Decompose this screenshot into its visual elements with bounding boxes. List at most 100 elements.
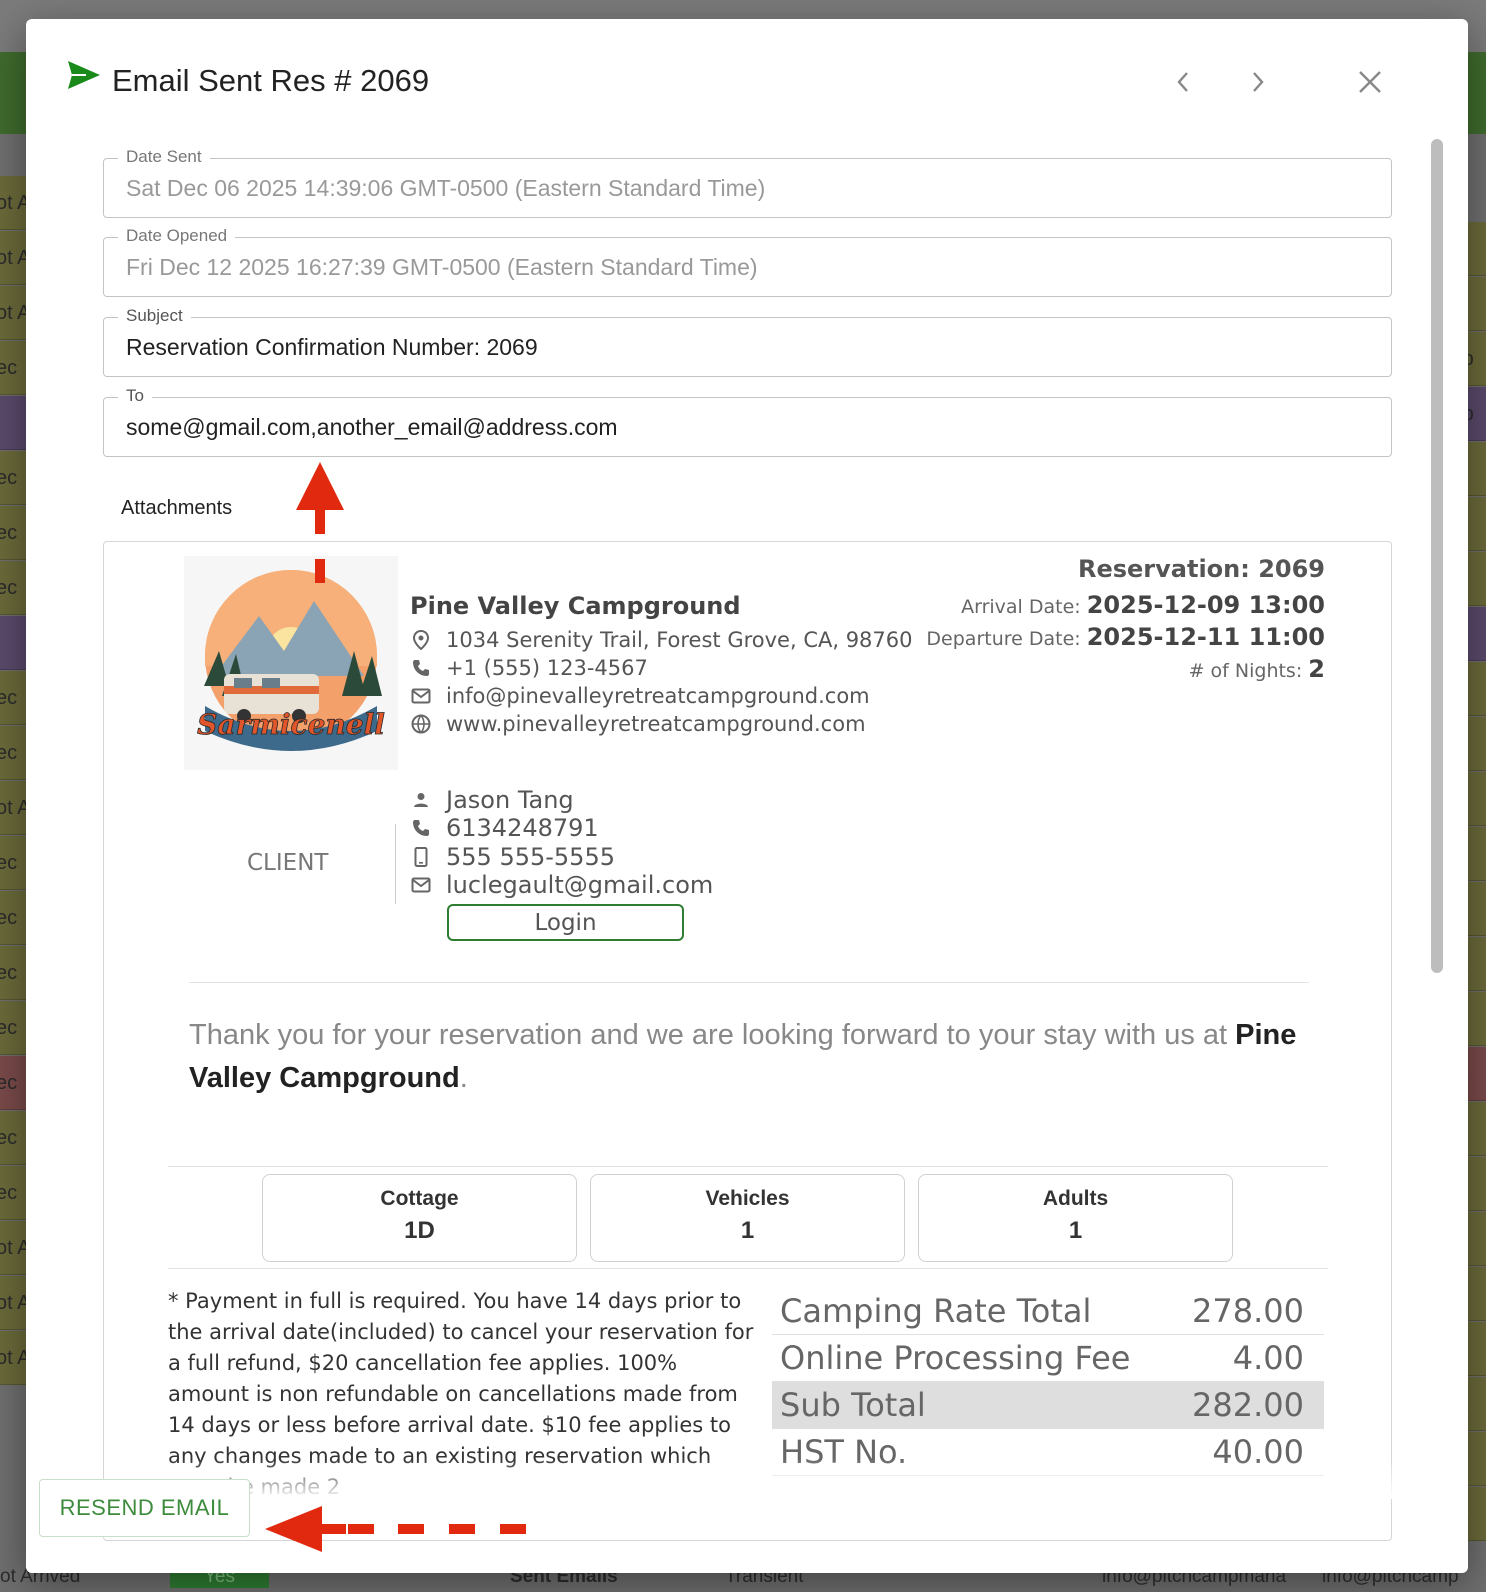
- client-mobile-line: 555 555-5555: [410, 843, 615, 871]
- bg-row-text: ec: [0, 1182, 18, 1204]
- bg-row-text: ot A: [0, 1292, 28, 1314]
- client-mobile: 555 555-5555: [446, 843, 615, 871]
- bg-row: ec: [0, 1166, 28, 1220]
- mobile-icon: [410, 846, 432, 868]
- bg-row-text: ot A: [0, 302, 28, 324]
- client-email-line: luclegault@gmail.com: [410, 871, 713, 899]
- total-label: Online Processing Fee: [780, 1339, 1131, 1377]
- bg-row-text: ec: [0, 852, 18, 874]
- date-opened-label: Date Opened: [118, 226, 236, 246]
- next-button[interactable]: [1241, 65, 1275, 99]
- total-value: 278.00: [1192, 1292, 1304, 1330]
- stat-value: 1: [740, 1217, 755, 1244]
- dialog-title: Email Sent Res # 2069: [112, 63, 430, 98]
- client-phone-line: 6134248791: [410, 814, 599, 842]
- person-icon: [410, 789, 432, 811]
- client-label: CLIENT: [247, 850, 329, 876]
- reservation-summary: Reservation: 2069 Arrival Date: 2025-12-…: [926, 554, 1325, 686]
- total-value: 4.00: [1232, 1339, 1304, 1377]
- departure-row: Departure Date: 2025-12-11 11:00: [926, 622, 1325, 654]
- login-button[interactable]: Login: [447, 904, 684, 941]
- bg-row: [0, 396, 28, 450]
- subject-field[interactable]: Subject Reservation Confirmation Number:…: [103, 306, 1392, 377]
- bg-row: ot A: [0, 1331, 28, 1385]
- chevron-left-icon: [1177, 72, 1188, 92]
- reservation-number: Reservation: 2069: [1077, 555, 1325, 583]
- mail-icon: [410, 685, 432, 707]
- preview-fade: [104, 1459, 1392, 1499]
- bg-left-column: ot A ot A ot A ec ec ec ec ec ec ot A ec ec ec ec ec ec…: [0, 134, 28, 1592]
- bg-row-text: ec: [0, 1017, 18, 1039]
- arrival-value: 2025-12-09 13:00: [1086, 591, 1325, 619]
- departure-label: Departure Date:: [926, 628, 1081, 650]
- total-row-subtotal: Sub Total 282.00: [772, 1382, 1324, 1429]
- nights-label: # of Nights:: [1188, 660, 1303, 682]
- arrival-label: Arrival Date:: [961, 596, 1081, 618]
- date-sent-label: Date Sent: [118, 147, 210, 167]
- bg-row: ot A: [0, 176, 28, 230]
- stat-label: Cottage: [380, 1187, 459, 1210]
- bg-row: ec: [0, 1111, 28, 1165]
- divider-stats-bottom: [168, 1268, 1328, 1269]
- company-phone: +1 (555) 123-4567: [446, 656, 648, 680]
- phone-icon: [410, 817, 432, 839]
- scrollbar-thumb[interactable]: [1431, 139, 1443, 973]
- location-icon: [410, 629, 432, 651]
- bg-row-text: ec: [0, 962, 18, 984]
- bg-row-text: ec: [0, 1072, 18, 1094]
- bg-row: ec: [0, 946, 28, 1000]
- company-email[interactable]: info@pinevalleyretreatcampground.com: [446, 684, 870, 708]
- stat-vehicles: Vehicles 1: [590, 1174, 905, 1262]
- to-field[interactable]: To some@gmail.com,another_email@address.…: [103, 386, 1392, 457]
- stat-label: Vehicles: [705, 1187, 790, 1210]
- client-name: Jason Tang: [446, 786, 574, 814]
- bg-row: ot A: [0, 1221, 28, 1275]
- subject-label: Subject: [118, 306, 191, 326]
- attachments-label: Attachments: [121, 497, 233, 519]
- bg-row: ec: [0, 891, 28, 945]
- bg-row-text: ec: [0, 467, 18, 489]
- bg-row-text: ot A: [0, 247, 28, 269]
- thank-you-text: Thank you for your reservation and we ar…: [189, 1019, 1228, 1051]
- company-phone-line: +1 (555) 123-4567: [410, 656, 648, 680]
- bg-row-text: ot A: [0, 1237, 28, 1259]
- to-label: To: [118, 386, 152, 406]
- bg-row-text: ec: [0, 357, 18, 379]
- company-website[interactable]: www.pinevalleyretreatcampground.com: [446, 712, 866, 736]
- bg-row: ec: [0, 1001, 28, 1055]
- thank-you-message: Thank you for your reservation and we ar…: [189, 1014, 1309, 1100]
- bg-row-text: ec: [0, 577, 18, 599]
- stat-value: 1D: [404, 1217, 435, 1244]
- bg-row: ot A: [0, 231, 28, 285]
- totals-table: Camping Rate Total 278.00 Online Process…: [772, 1288, 1324, 1476]
- date-sent-value: Sat Dec 06 2025 14:39:06 GMT-0500 (Easte…: [126, 175, 766, 201]
- bg-row-text: ot A: [0, 797, 28, 819]
- company-address-line: 1034 Serenity Trail, Forest Grove, CA, 9…: [410, 628, 913, 652]
- client-divider: [395, 824, 396, 904]
- resend-email-button[interactable]: RESEND EMAIL: [39, 1479, 250, 1537]
- arrival-row: Arrival Date: 2025-12-09 13:00: [926, 590, 1325, 622]
- bg-row-text: ec: [0, 742, 18, 764]
- client-email[interactable]: luclegault@gmail.com: [446, 871, 713, 899]
- bg-row: ec: [0, 506, 28, 560]
- stat-label: Adults: [1042, 1187, 1109, 1210]
- bg-row-text: ot A: [0, 1347, 28, 1369]
- company-name: Pine Valley Campground: [410, 592, 741, 620]
- email-preview: Sarmicenell Pine Valley Campground 1034 …: [103, 541, 1392, 1541]
- date-opened-value: Fri Dec 12 2025 16:27:39 GMT-0500 (Easte…: [126, 254, 758, 280]
- bg-row-text: ec: [0, 687, 18, 709]
- bg-row: [0, 616, 28, 670]
- bg-row: ec: [0, 451, 28, 505]
- departure-value: 2025-12-11 11:00: [1086, 623, 1325, 651]
- nights-row: # of Nights: 2: [926, 654, 1325, 686]
- bg-row: ec: [0, 726, 28, 780]
- total-label: Sub Total: [780, 1386, 926, 1424]
- previous-button[interactable]: [1166, 65, 1200, 99]
- close-button[interactable]: [1353, 65, 1387, 99]
- stat-cottage: Cottage 1D: [262, 1174, 577, 1262]
- total-row: Online Processing Fee 4.00: [772, 1335, 1324, 1382]
- bg-row: ot A: [0, 286, 28, 340]
- total-label: Camping Rate Total: [780, 1292, 1092, 1330]
- nights-value: 2: [1308, 655, 1325, 683]
- dialog-header: Email Sent Res # 2069: [26, 19, 1468, 139]
